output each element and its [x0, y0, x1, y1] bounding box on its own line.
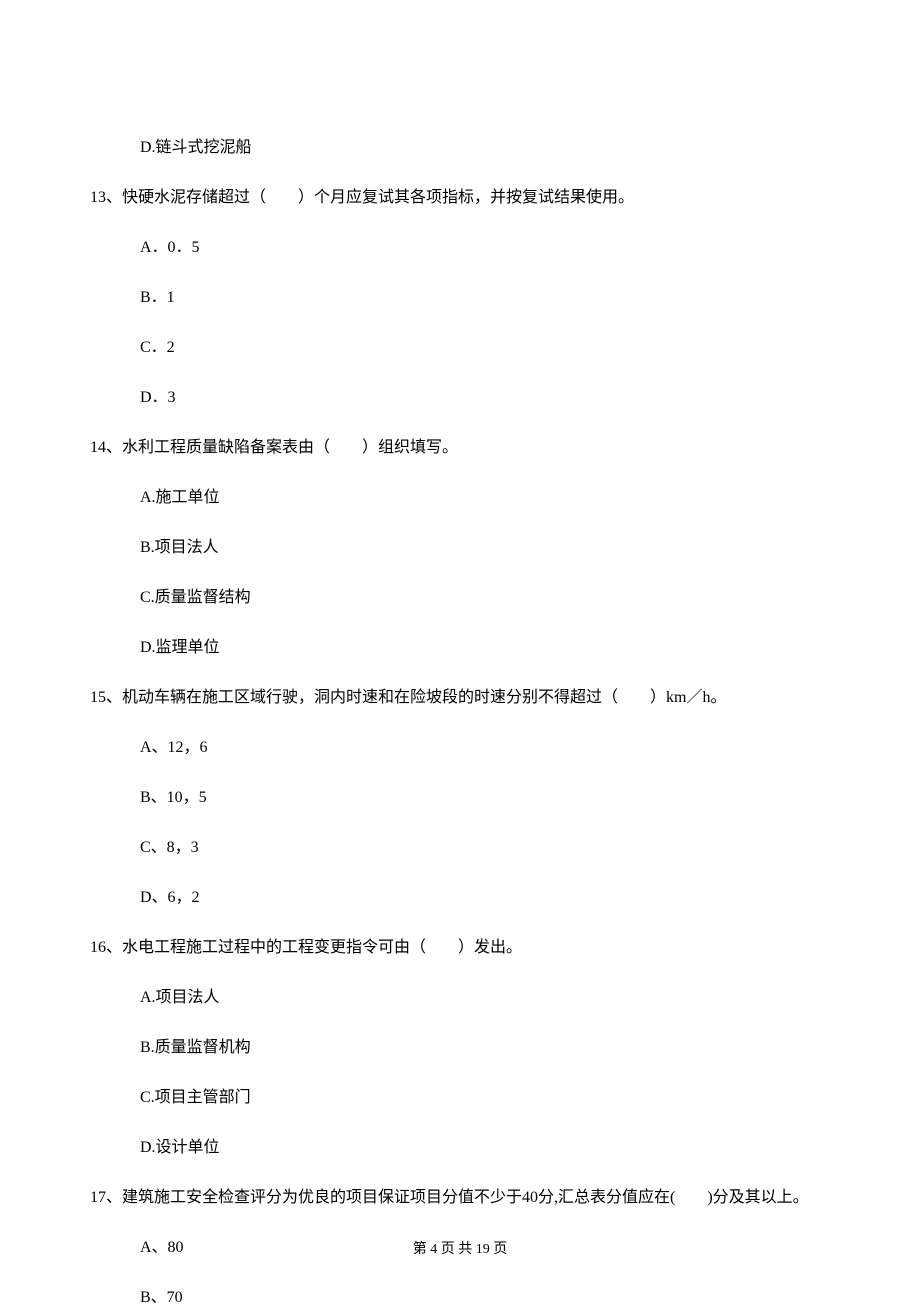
q13-option-c: C．2 — [90, 336, 830, 360]
q14-option-a: A.施工单位 — [90, 486, 830, 510]
q16-option-a: A.项目法人 — [90, 986, 830, 1010]
q13-option-b: B．1 — [90, 286, 830, 310]
q16-text: 16、水电工程施工过程中的工程变更指令可由（ ）发出。 — [90, 936, 830, 960]
q17-option-b: B、70 — [90, 1286, 830, 1310]
q13-text: 13、快硬水泥存储超过（ ）个月应复试其各项指标，并按复试结果使用。 — [90, 186, 830, 210]
q15-option-d: D、6，2 — [90, 886, 830, 910]
q14-option-c: C.质量监督结构 — [90, 586, 830, 610]
page-footer: 第 4 页 共 19 页 — [0, 1239, 920, 1260]
q14-option-b: B.项目法人 — [90, 536, 830, 560]
q16-option-d: D.设计单位 — [90, 1136, 830, 1160]
q15-option-a: A、12，6 — [90, 736, 830, 760]
q14-text: 14、水利工程质量缺陷备案表由（ ）组织填写。 — [90, 436, 830, 460]
q15-text: 15、机动车辆在施工区域行驶，洞内时速和在险坡段的时速分别不得超过（ ）km／h… — [90, 686, 830, 710]
q15-option-b: B、10，5 — [90, 786, 830, 810]
q16-option-c: C.项目主管部门 — [90, 1086, 830, 1110]
q13-option-a: A．0．5 — [90, 236, 830, 260]
q12-option-d: D.链斗式挖泥船 — [90, 136, 830, 160]
q13-option-d: D．3 — [90, 386, 830, 410]
q17-text: 17、建筑施工安全检查评分为优良的项目保证项目分值不少于40分,汇总表分值应在(… — [90, 1186, 830, 1210]
q16-option-b: B.质量监督机构 — [90, 1036, 830, 1060]
q14-option-d: D.监理单位 — [90, 636, 830, 660]
page-content: D.链斗式挖泥船 13、快硬水泥存储超过（ ）个月应复试其各项指标，并按复试结果… — [0, 0, 920, 1310]
q15-option-c: C、8，3 — [90, 836, 830, 860]
